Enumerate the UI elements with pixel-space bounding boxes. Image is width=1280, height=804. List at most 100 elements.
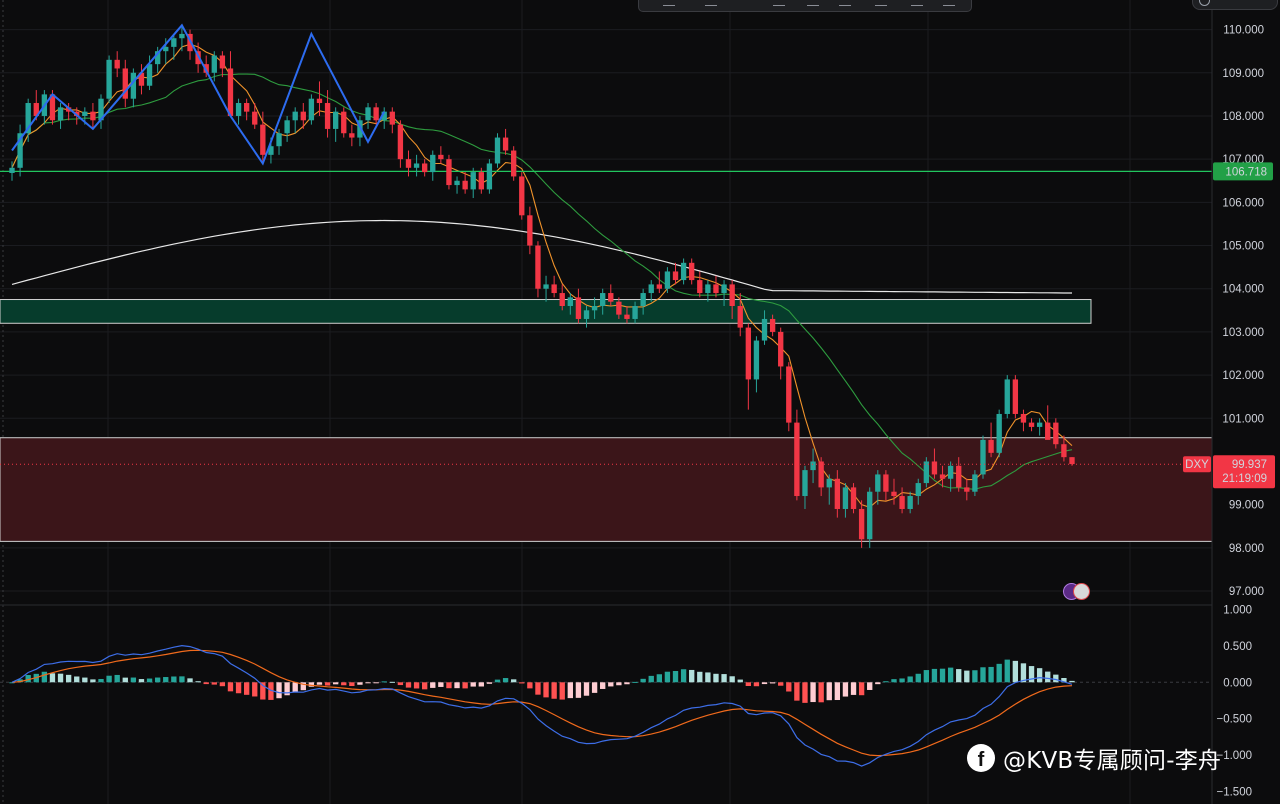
economic-events[interactable] bbox=[1063, 583, 1093, 601]
candle-body bbox=[697, 280, 703, 294]
macd-histogram-bar bbox=[373, 682, 379, 684]
macd-histogram-bar bbox=[721, 674, 727, 683]
macd-histogram-bar bbox=[227, 682, 234, 692]
macd-histogram-bar bbox=[737, 679, 743, 683]
macd-histogram-bar bbox=[98, 678, 104, 683]
candle-body bbox=[567, 297, 573, 306]
macd-histogram-bar bbox=[931, 668, 938, 683]
candle-body bbox=[349, 133, 355, 138]
candle-body bbox=[454, 180, 460, 186]
macd-histogram-bar bbox=[786, 682, 792, 692]
macd-histogram-bar bbox=[527, 682, 533, 689]
macd-histogram-bar bbox=[616, 682, 622, 686]
macd-histogram-bar bbox=[559, 682, 565, 700]
candle-body bbox=[422, 163, 428, 173]
dxy-chart[interactable]: 110.000109.000108.000107.000106.000105.0… bbox=[0, 0, 1280, 804]
candle-body bbox=[802, 470, 808, 497]
macd-histogram-bar bbox=[243, 682, 250, 695]
macd-histogram-bar bbox=[818, 682, 824, 703]
toolbar-tool-icon[interactable] bbox=[911, 0, 923, 6]
candle-body bbox=[486, 163, 493, 190]
candle-body bbox=[980, 439, 986, 475]
candle-body bbox=[616, 301, 622, 315]
candle-body bbox=[664, 271, 671, 289]
candle-body bbox=[640, 293, 646, 306]
toolbar-tool-icon[interactable] bbox=[663, 0, 675, 6]
macd-histogram-bar bbox=[583, 682, 590, 696]
candle-body bbox=[106, 59, 112, 99]
candle-body bbox=[826, 478, 832, 488]
watermark-text: @KVB专属顾问-李舟 bbox=[1003, 748, 1222, 774]
candle-body bbox=[1028, 422, 1035, 427]
candle-body bbox=[907, 496, 913, 509]
candle-body bbox=[794, 422, 800, 497]
toolbar-tool-icon[interactable] bbox=[773, 0, 785, 6]
candle-body bbox=[1012, 379, 1019, 414]
macd-histogram-bar bbox=[705, 672, 711, 683]
candle-body bbox=[308, 98, 315, 121]
candle-body bbox=[324, 103, 331, 129]
macd-histogram-bar bbox=[1036, 668, 1043, 683]
macd-histogram-bar bbox=[850, 682, 857, 695]
y-tick-label: 110.000 bbox=[1223, 25, 1264, 37]
candle-body bbox=[964, 487, 970, 492]
candle-body bbox=[559, 293, 565, 306]
macd-histogram-bar bbox=[543, 682, 549, 698]
candle-body bbox=[583, 310, 590, 319]
toolbar-tool-icon[interactable] bbox=[875, 0, 887, 6]
candle-body bbox=[430, 154, 436, 173]
candle-body bbox=[891, 491, 897, 497]
candle-body bbox=[810, 461, 816, 471]
macd-histogram-bar bbox=[988, 666, 994, 683]
macd-histogram-bar bbox=[130, 677, 137, 683]
macd-histogram-bar bbox=[761, 682, 768, 685]
macd-histogram-bar bbox=[591, 682, 598, 693]
macd-histogram-bar bbox=[349, 682, 355, 687]
macd-histogram-bar bbox=[689, 669, 695, 683]
candle-body bbox=[446, 159, 452, 186]
toolbar-tool-icon[interactable] bbox=[943, 0, 955, 6]
drawing-toolbar[interactable] bbox=[638, 0, 972, 12]
toolbar-tool-icon[interactable] bbox=[839, 0, 851, 6]
candle-body bbox=[600, 293, 606, 306]
candle-body bbox=[988, 439, 994, 453]
indicator-y-tick: −1.500 bbox=[1217, 786, 1253, 798]
candle-body bbox=[1053, 422, 1059, 445]
candle-body bbox=[535, 245, 541, 289]
macd-histogram-bar bbox=[324, 682, 331, 686]
candle-body bbox=[713, 284, 719, 294]
candle-body bbox=[883, 474, 889, 492]
candle-body bbox=[284, 120, 290, 134]
candle-body bbox=[680, 262, 687, 281]
macd-histogram-bar bbox=[834, 682, 841, 701]
macd-histogram-bar bbox=[875, 682, 881, 685]
macd-histogram-bar bbox=[1045, 671, 1051, 683]
candle-body bbox=[624, 314, 630, 319]
macd-histogram-bar bbox=[842, 682, 849, 697]
candle-body bbox=[300, 111, 306, 121]
macd-histogram-bar bbox=[171, 676, 177, 683]
indicator-y-tick: 0.500 bbox=[1223, 641, 1252, 653]
macd-histogram-bar bbox=[332, 682, 339, 685]
macd-histogram-bar bbox=[802, 682, 808, 703]
macd-histogram-bar bbox=[656, 674, 662, 683]
macd-histogram-bar bbox=[203, 682, 209, 685]
toolbar-tool-icon[interactable] bbox=[705, 0, 717, 6]
macd-histogram-bar bbox=[648, 675, 654, 683]
macd-histogram-bar bbox=[1020, 663, 1027, 683]
macd-histogram-bar bbox=[575, 682, 582, 698]
macd-histogram-bar bbox=[292, 682, 298, 693]
candle-body bbox=[478, 172, 484, 190]
macd-histogram-bar bbox=[519, 682, 525, 684]
toolbar-tool-icon[interactable] bbox=[807, 0, 819, 6]
candle-body bbox=[672, 271, 679, 281]
macd-histogram-bar bbox=[446, 682, 452, 689]
ma-mid-line bbox=[11, 73, 1073, 490]
add-alert-button[interactable] bbox=[1192, 0, 1278, 10]
macd-histogram-bar bbox=[996, 663, 1002, 683]
macd-histogram-bar bbox=[381, 681, 387, 683]
candle-body bbox=[227, 68, 234, 116]
candle-body bbox=[939, 474, 946, 479]
us-flag-icon[interactable] bbox=[1073, 583, 1090, 600]
resistance-zone bbox=[0, 437, 1213, 542]
